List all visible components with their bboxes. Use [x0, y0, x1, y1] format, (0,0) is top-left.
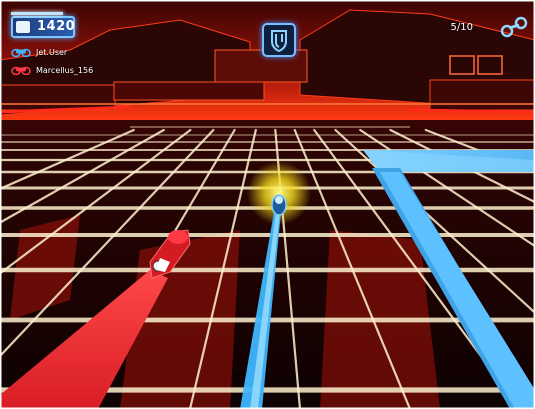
player-entry: Marcellus_156: [11, 64, 93, 76]
blue-lightcycle-icon: [11, 48, 31, 57]
score-tab-icon: [16, 21, 30, 33]
player-entry: Jet.User: [11, 46, 67, 58]
team-emblem: [262, 23, 296, 57]
lap-counter: 5/10: [450, 22, 473, 33]
player-name: Marcellus_156: [36, 65, 94, 75]
player-lightcycle: [271, 194, 287, 216]
score-panel: 1420: [11, 12, 76, 38]
blue-lightcycle-icon: [500, 16, 528, 38]
arena-scene: [0, 0, 535, 409]
red-lightcycle-icon: [11, 66, 31, 75]
player-name: Jet.User: [36, 47, 68, 57]
blue-shield-emblem-icon: [271, 30, 287, 53]
game-viewport: 1420 Jet.User Marcellus_156 5/10: [0, 0, 535, 409]
score-value: 1420: [37, 19, 76, 34]
score-panel-rim: [11, 12, 63, 15]
